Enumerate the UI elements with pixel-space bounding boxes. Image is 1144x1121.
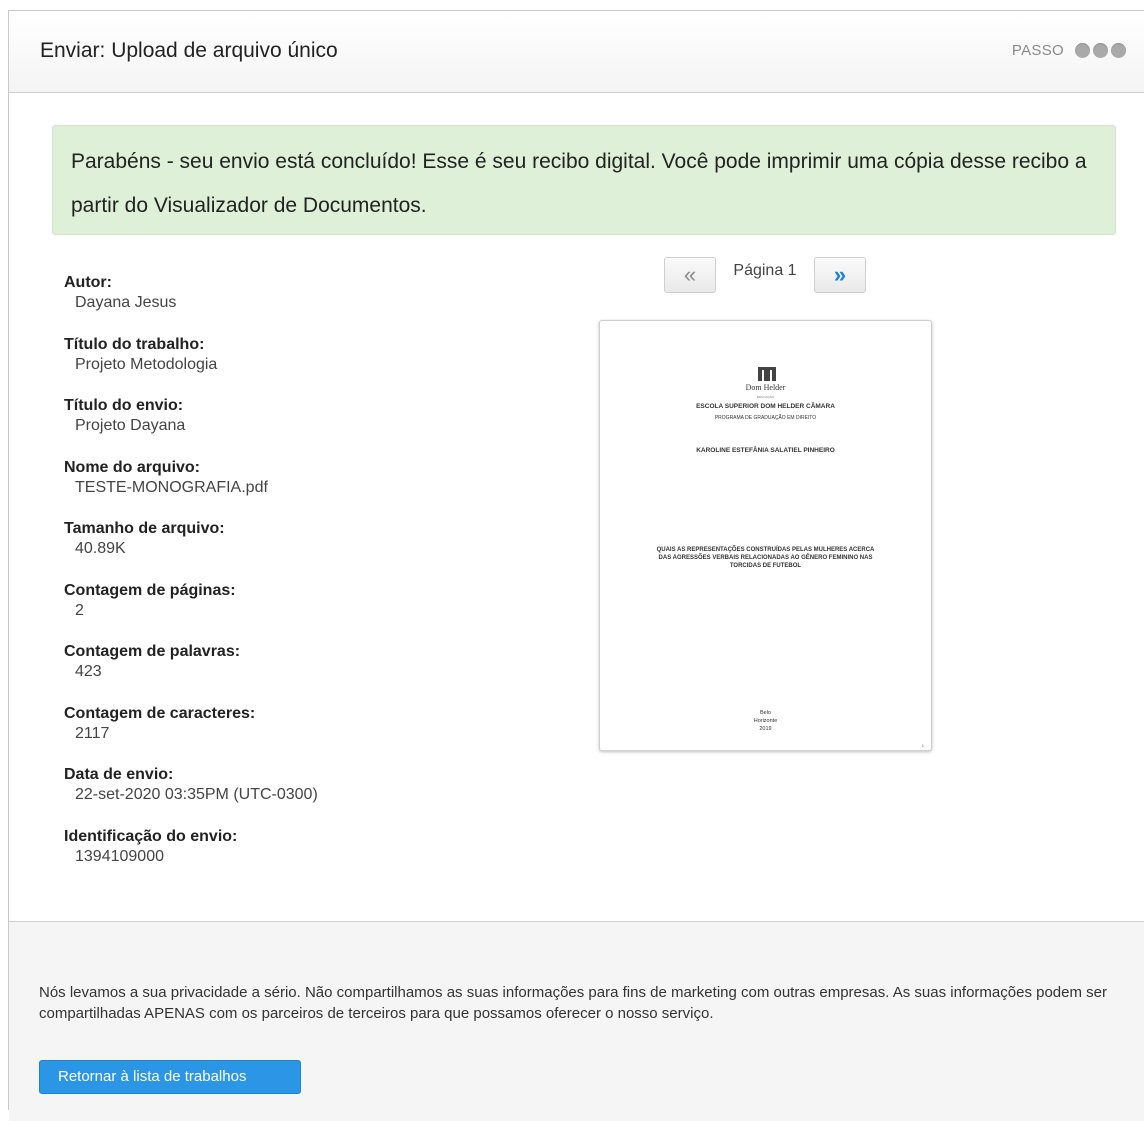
receipt-value: Projeto Dayana — [75, 417, 186, 434]
document-page-preview[interactable]: Dom Helder EDUCAÇÃO ESCOLA SUPERIOR DOM … — [599, 320, 932, 751]
receipt-field: Identificação do envio: 1394109000 — [64, 827, 464, 889]
submission-panel: Enviar: Upload de arquivo único PASSO Pa… — [8, 10, 1144, 1121]
receipt-label: Título do envio: — [64, 397, 184, 414]
receipt-details: Autor: Dayana Jesus Título do trabalho: … — [64, 273, 464, 888]
next-page-button[interactable]: » — [814, 257, 866, 293]
receipt-field: Contagem de caracteres: 2117 — [64, 704, 464, 766]
receipt-field: Contagem de páginas: 2 — [64, 581, 464, 643]
receipt-value: 423 — [75, 663, 102, 680]
receipt-value: 2117 — [75, 724, 110, 742]
page-title: Enviar: Upload de arquivo único — [40, 39, 338, 62]
receipt-value: 2 — [75, 601, 84, 619]
receipt-label: Contagem de palavras: — [64, 643, 241, 660]
receipt-label: Contagem de caracteres: — [64, 704, 256, 722]
receipt-field: Nome do arquivo: TESTE-MONOGRAFIA.pdf — [64, 458, 464, 520]
preview-city-2: Horizonte — [753, 718, 778, 724]
privacy-notice: Nós levamos a sua privacidade a sério. N… — [39, 984, 1107, 1022]
receipt-label: Identificação do envio: — [64, 827, 238, 845]
receipt-label: Título do trabalho: — [64, 335, 205, 353]
receipt-value: TESTE-MONOGRAFIA.pdf — [75, 478, 268, 496]
preview-school: ESCOLA SUPERIOR DOM HELDER CÂMARA — [696, 403, 835, 410]
preview-city-1: Belo — [759, 710, 771, 716]
panel-header: Enviar: Upload de arquivo único PASSO — [9, 11, 1144, 93]
previous-page-button[interactable]: « — [664, 257, 716, 293]
receipt-field: Data de envio: 22-set-2020 03:35PM (UTC-… — [64, 765, 464, 827]
receipt-field: Título do envio: Projeto Dayana — [64, 396, 464, 458]
step-indicator: PASSO — [1012, 42, 1126, 59]
preview-year: 2019 — [759, 726, 772, 732]
receipt-label: Autor: — [64, 274, 112, 291]
receipt-label: Data de envio: — [64, 766, 174, 783]
preview-program: PROGRAMA DE GRADUAÇÃO EM DIREITO — [714, 415, 817, 421]
preview-work-title: QUAIS AS REPRESENTAÇÕES CONSTRUÍDAS PELA… — [656, 547, 875, 569]
receipt-field: Contagem de palavras: 423 — [64, 642, 464, 704]
preview-author: KAROLINE ESTEFÂNIA SALATIEL PINHEIRO — [696, 447, 835, 454]
return-to-assignments-button[interactable]: Retornar à lista de trabalhos — [39, 1060, 301, 1094]
receipt-value: Projeto Metodologia — [75, 355, 218, 373]
receipt-label: Contagem de páginas: — [64, 581, 236, 599]
receipt-label: Nome do arquivo: — [64, 458, 201, 476]
step-dot-2 — [1093, 43, 1108, 58]
receipt-field: Tamanho de arquivo: 40.89K — [64, 519, 464, 581]
receipt-field: Autor: Dayana Jesus — [64, 273, 464, 335]
preview-page-number: 1 — [921, 743, 924, 748]
institution-logo-icon — [758, 367, 776, 381]
receipt-value: 40.89K — [75, 540, 126, 557]
preview-sub: EDUCAÇÃO — [756, 395, 774, 399]
step-label: PASSO — [1011, 42, 1064, 59]
page-pager: « Página 1 » — [664, 257, 866, 293]
receipt-value: 22-set-2020 03:35PM (UTC-0300) — [75, 786, 318, 803]
success-alert: Parabéns - seu envio está concluído! Ess… — [52, 125, 1116, 235]
step-dot-3 — [1111, 43, 1126, 58]
receipt-value: 1394109000 — [75, 847, 164, 865]
receipt-label: Tamanho de arquivo: — [64, 520, 225, 537]
preview-city-year: Belo Horizonte 2019 — [600, 709, 931, 733]
preview-institution: Dom Helder — [745, 383, 786, 392]
step-dot-1 — [1075, 43, 1090, 58]
page-indicator: Página 1 — [733, 262, 797, 279]
receipt-field: Título do trabalho: Projeto Metodologia — [64, 335, 464, 397]
panel-footer: Nós levamos a sua privacidade a sério. N… — [9, 921, 1144, 1121]
receipt-value: Dayana Jesus — [75, 294, 177, 311]
